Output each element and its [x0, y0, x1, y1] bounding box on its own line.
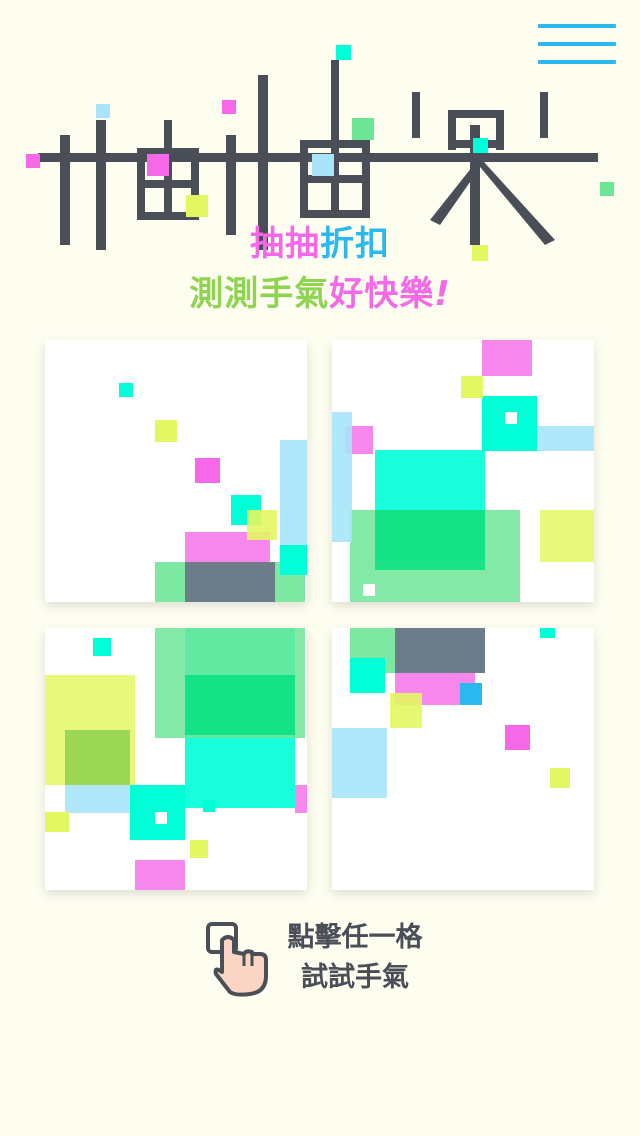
- hint-line2: 試試手氣: [301, 962, 409, 993]
- hamburger-menu-icon: [538, 24, 616, 28]
- tile-2[interactable]: [332, 340, 594, 602]
- subtitle-line2: 測測手氣好快樂!: [189, 274, 451, 314]
- hint-line1: 點擊任一格: [287, 922, 423, 953]
- tile-1[interactable]: [45, 340, 307, 602]
- tile-3[interactable]: [45, 628, 307, 890]
- tile-4[interactable]: [332, 628, 594, 890]
- subtitle-line1: 抽抽折扣: [250, 224, 390, 264]
- tap-hint: 點擊任一格 試試手氣: [270, 918, 440, 998]
- tap-hand-icon: [206, 922, 268, 997]
